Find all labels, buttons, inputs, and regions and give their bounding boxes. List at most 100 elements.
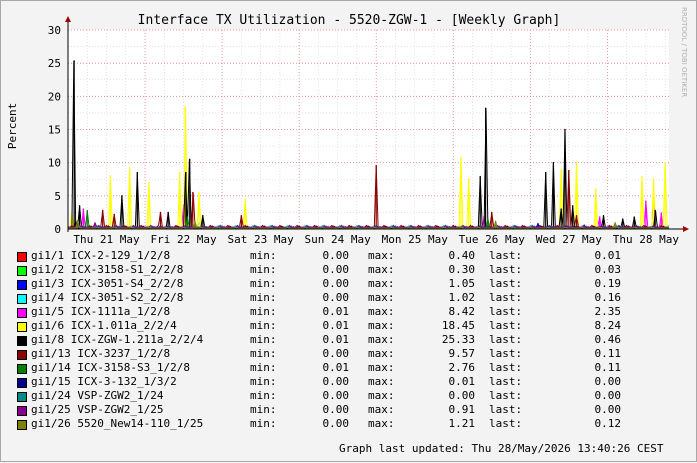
y-tick-label: 5 bbox=[54, 190, 61, 203]
graph-frame: 0 5 10 15 20 25 30 Thu 21 May Fri 22 May Sat 23 M… bbox=[0, 0, 697, 462]
data-point bbox=[664, 161, 666, 164]
data-point bbox=[121, 195, 123, 197]
legend-last-label: last: bbox=[489, 389, 523, 402]
legend-max-value: 2.76 bbox=[448, 361, 476, 374]
legend-last-label: last: bbox=[489, 375, 523, 388]
data-point bbox=[571, 205, 574, 207]
y-tick-label: 10 bbox=[48, 157, 61, 170]
legend-last-label: last: bbox=[489, 277, 523, 290]
legend-series-name: gi1/14 ICX-3158-S3_1/2/8 bbox=[31, 361, 190, 374]
watermark: RRDTOOL / TOBI OETIKER bbox=[680, 7, 688, 98]
data-point bbox=[136, 171, 139, 174]
legend-max-label: max: bbox=[368, 291, 395, 304]
data-point bbox=[94, 222, 96, 224]
legend-min-value: 0.00 bbox=[322, 389, 350, 402]
data-point bbox=[460, 156, 462, 159]
legend-min-label: min: bbox=[250, 375, 277, 388]
legend-series-name: gi1/5 ICX-1111a_1/2/8 bbox=[31, 305, 171, 318]
x-tick-label: Tue 26 May bbox=[459, 233, 526, 246]
legend-max-value: 0.00 bbox=[448, 389, 476, 402]
data-point bbox=[484, 107, 487, 109]
legend-last-value: 2.35 bbox=[594, 305, 622, 318]
legend-last-value: 0.01 bbox=[594, 249, 622, 262]
data-point bbox=[86, 209, 88, 212]
legend-max-label: max: bbox=[368, 417, 395, 430]
data-point bbox=[479, 175, 481, 178]
data-point bbox=[184, 105, 186, 108]
y-tick-label: 20 bbox=[48, 90, 61, 103]
legend-min-label: min: bbox=[250, 291, 277, 304]
legend-min-label: min: bbox=[250, 347, 277, 360]
legend-min-label: min: bbox=[250, 361, 277, 374]
legend-series-name: gi1/24 VSP-ZGW2_1/24 bbox=[31, 389, 164, 402]
data-point bbox=[654, 209, 656, 212]
legend-max-label: max: bbox=[368, 319, 395, 332]
legend-last-label: last: bbox=[489, 417, 523, 430]
data-point bbox=[595, 188, 597, 190]
data-point bbox=[101, 209, 104, 212]
legend-min-value: 0.00 bbox=[322, 249, 350, 262]
legend-last-value: 0.00 bbox=[594, 375, 622, 388]
data-point bbox=[560, 208, 562, 210]
legend-series-name: gi1/8 ICX-ZGW-1.211a_2/2/4 bbox=[31, 333, 204, 346]
data-point bbox=[167, 211, 169, 214]
x-tick-label: Fri 22 May bbox=[150, 233, 217, 246]
data-point bbox=[128, 167, 131, 169]
x-tick-label: Sun 24 May bbox=[305, 233, 372, 246]
data-point bbox=[185, 171, 187, 174]
legend-min-value: 0.00 bbox=[322, 277, 350, 290]
y-axis-label: Percent bbox=[6, 103, 19, 149]
legend-max-value: 1.02 bbox=[448, 291, 476, 304]
data-point bbox=[82, 208, 85, 210]
legend-min-value: 0.01 bbox=[322, 361, 350, 374]
x-tick-label: Thu 28 May bbox=[613, 233, 680, 246]
legend-max-value: 8.42 bbox=[448, 305, 476, 318]
legend-last-value: 0.00 bbox=[594, 389, 622, 402]
data-point bbox=[159, 211, 162, 214]
data-point bbox=[76, 220, 78, 222]
legend-swatch bbox=[17, 406, 27, 416]
legend-last-label: last: bbox=[489, 361, 523, 374]
legend-min-label: min: bbox=[250, 249, 277, 262]
data-point bbox=[641, 175, 643, 178]
legend-last-value: 0.11 bbox=[594, 347, 622, 360]
legend-min-value: 0.01 bbox=[322, 319, 350, 332]
legend-min-value: 0.00 bbox=[322, 403, 350, 416]
legend-max-label: max: bbox=[368, 333, 395, 346]
legend-swatch bbox=[17, 420, 27, 430]
chart-title: Interface TX Utilization - 5520-ZGW-1 - … bbox=[138, 13, 561, 28]
x-tick-label: Sat 23 May bbox=[228, 233, 295, 246]
legend-series-name: gi1/25 VSP-ZGW2_1/25 bbox=[31, 403, 164, 416]
legend-last-value: 0.16 bbox=[594, 291, 622, 304]
data-point bbox=[148, 181, 150, 184]
data-point bbox=[652, 178, 655, 180]
data-point bbox=[467, 178, 470, 180]
legend-last-label: last: bbox=[489, 263, 523, 276]
legend-swatch bbox=[17, 364, 27, 374]
data-point bbox=[633, 216, 636, 218]
legend-min-value: 0.00 bbox=[322, 291, 350, 304]
legend-swatch bbox=[17, 336, 27, 346]
legend-min-label: min: bbox=[250, 389, 277, 402]
data-point bbox=[545, 171, 547, 174]
legend-min-label: min: bbox=[250, 305, 277, 318]
legend-min-value: 0.00 bbox=[322, 263, 350, 276]
legend-max-label: max: bbox=[368, 263, 395, 276]
legend-last-value: 0.11 bbox=[594, 361, 622, 374]
legend-min-label: min: bbox=[250, 333, 277, 346]
legend-max-value: 18.45 bbox=[441, 319, 475, 332]
legend-max-value: 0.91 bbox=[448, 403, 476, 416]
y-axis-arrow bbox=[65, 16, 71, 22]
legend-last-value: 0.12 bbox=[594, 417, 622, 430]
legend-min-value: 0.00 bbox=[322, 347, 350, 360]
y-tick-label: 0 bbox=[54, 223, 61, 236]
legend-last-value: 0.00 bbox=[594, 403, 622, 416]
legend-max-value: 1.05 bbox=[448, 277, 476, 290]
legend-series-name: gi1/13 ICX-3237_1/2/8 bbox=[31, 347, 171, 360]
legend-swatch bbox=[17, 350, 27, 360]
data-point bbox=[602, 215, 605, 217]
data-point bbox=[583, 224, 585, 226]
legend-min-label: min: bbox=[250, 403, 277, 416]
legend-max-label: max: bbox=[368, 361, 395, 374]
legend-last-label: last: bbox=[489, 291, 523, 304]
